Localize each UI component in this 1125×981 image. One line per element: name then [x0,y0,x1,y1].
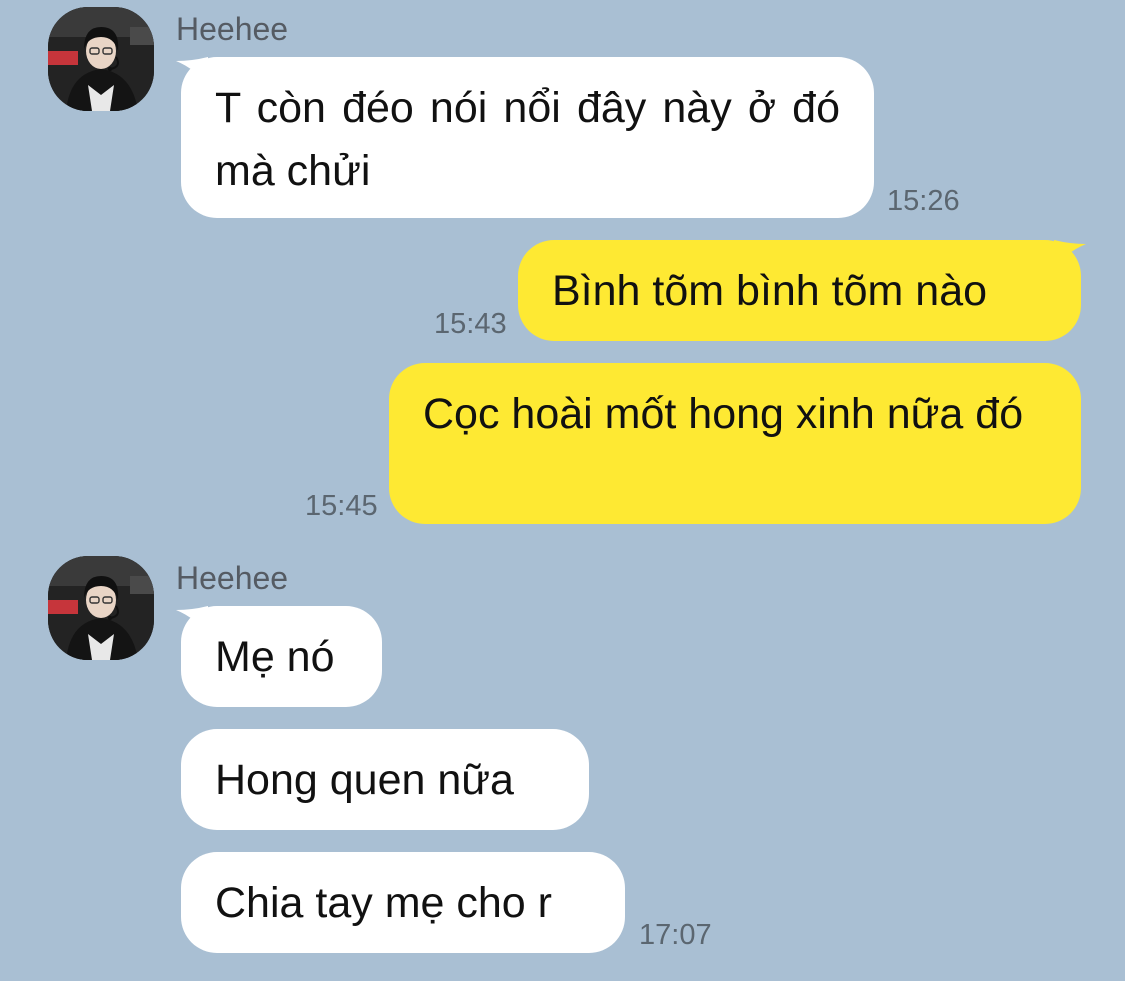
sender-name: Heehee [176,560,289,596]
message-bubble-incoming[interactable]: Chia tay mẹ cho r [181,852,625,953]
message-text: Bình tõm bình tõm nào [552,267,988,315]
message-text: Hong quen nữa [215,756,514,804]
message-bubble-outgoing[interactable]: Bình tõm bình tõm nào [518,240,1081,341]
message-timestamp: 17:07 [639,919,712,951]
user-avatar-icon [48,7,154,111]
message-text: T còn đéo nói nổi đây này ở đó mà chửi [215,84,840,195]
message-text: Cọc hoài mốt hong xinh nữa đó [423,390,1024,438]
message-bubble-incoming[interactable]: Mẹ nó [181,606,382,707]
message-bubble-incoming[interactable]: Hong quen nữa [181,729,589,830]
sender-avatar[interactable] [48,7,154,111]
message-timestamp: 15:43 [434,308,507,340]
message-timestamp: 15:45 [305,490,378,522]
message-timestamp: 15:26 [887,185,960,217]
message-text: Chia tay mẹ cho r [215,879,552,927]
message-bubble-incoming[interactable]: T còn đéo nói nổi đây này ở đó mà chửi [181,57,874,218]
sender-avatar[interactable] [48,556,154,660]
message-text: Mẹ nó [215,633,335,681]
sender-name: Heehee [176,11,289,47]
user-avatar-icon [48,556,154,660]
message-bubble-outgoing[interactable]: Cọc hoài mốt hong xinh nữa đó [389,363,1081,524]
